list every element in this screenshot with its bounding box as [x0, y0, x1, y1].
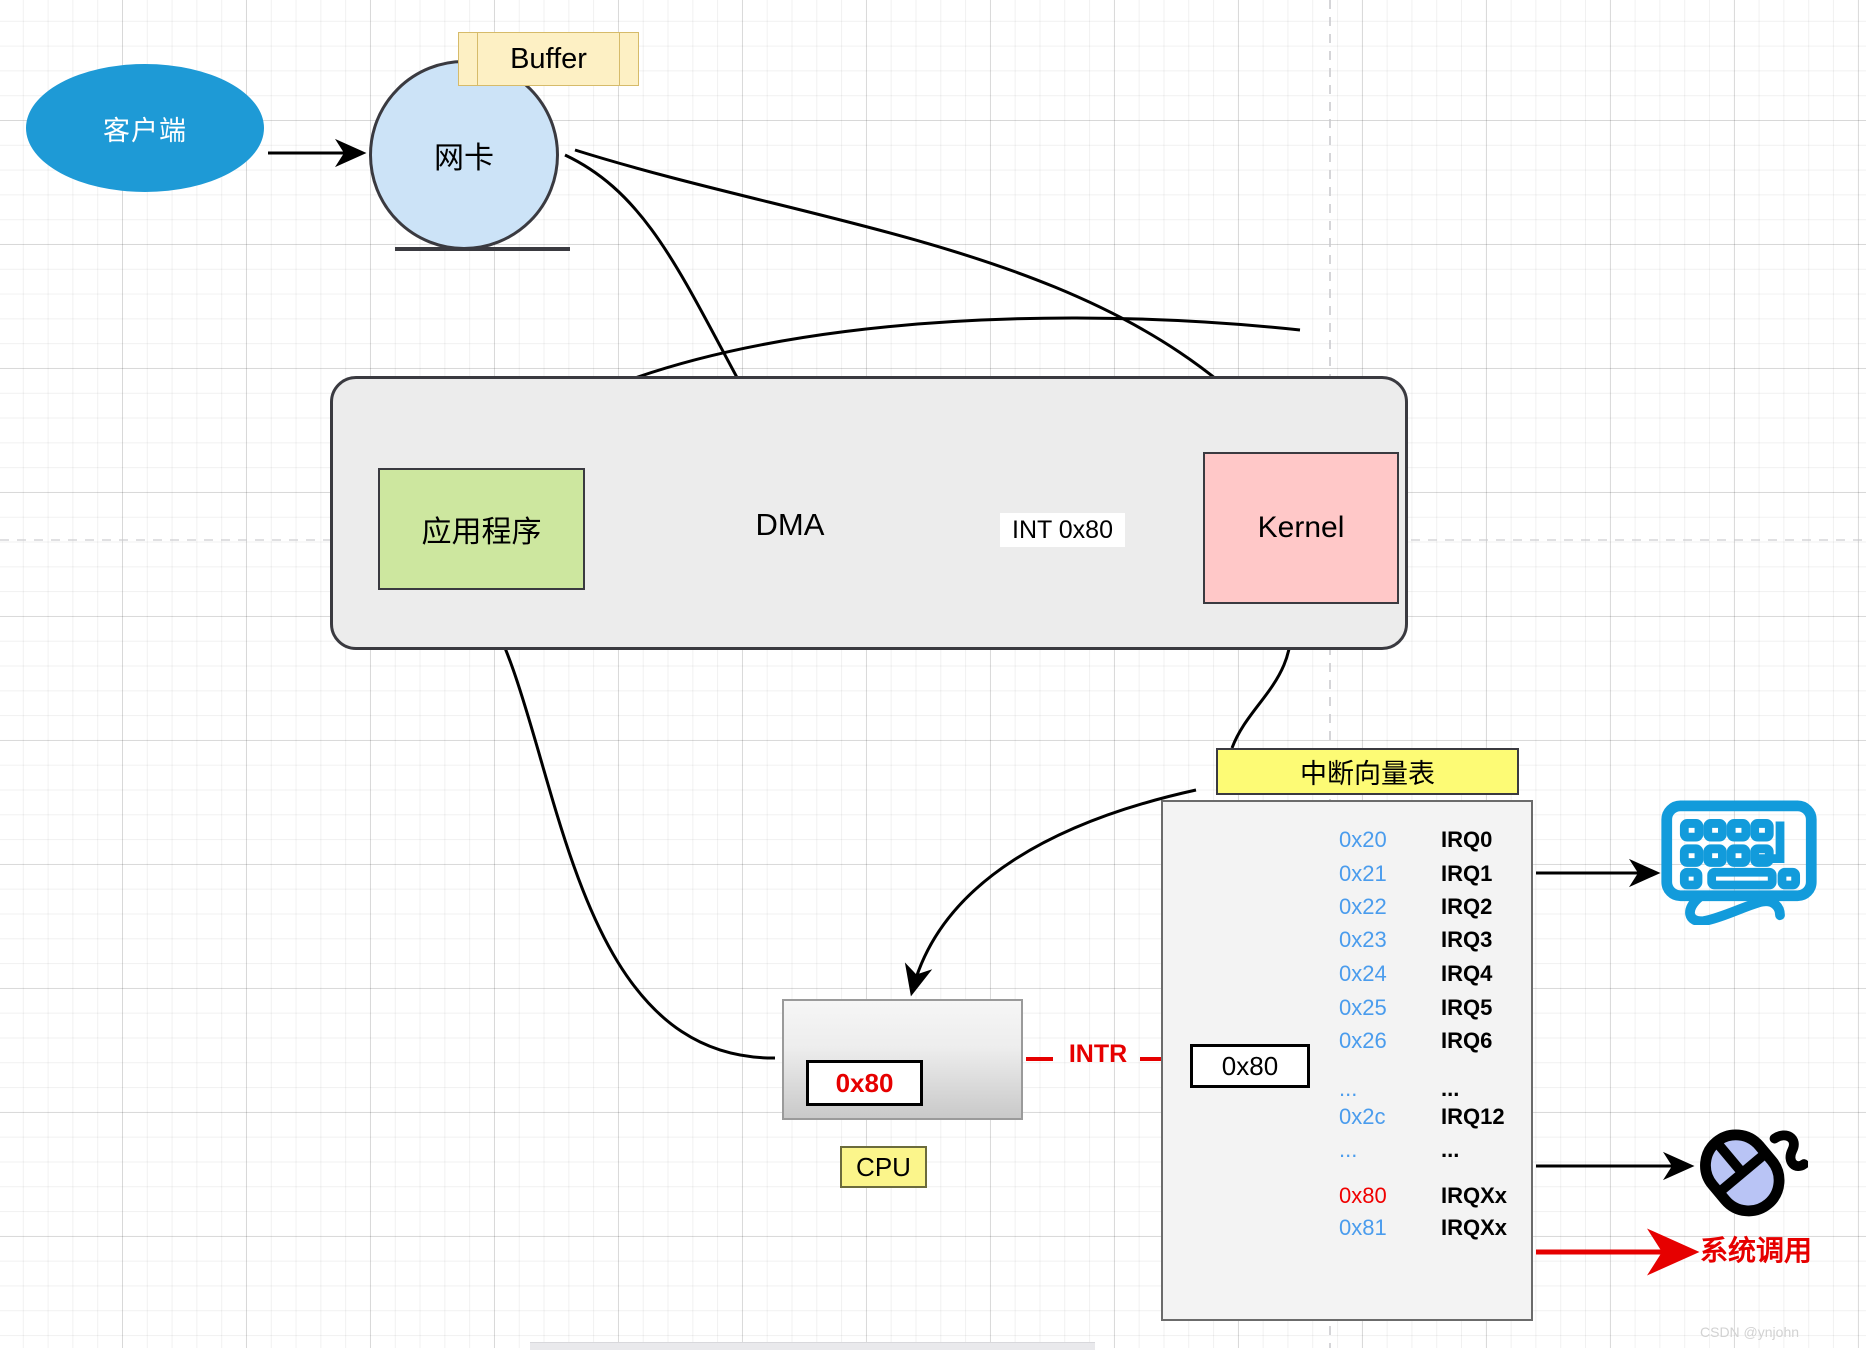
ivt-irq-name: IRQ5: [1441, 995, 1493, 1020]
cpu-register-value: 0x80: [835, 1067, 894, 1098]
ivt-irq-name: IRQ3: [1441, 927, 1493, 952]
ivt-irq-name: IRQ0: [1441, 827, 1493, 852]
int80-edge-label: INT 0x80: [1000, 513, 1125, 547]
ivt-address: 0x24: [1339, 961, 1387, 986]
ivt-irq-name: IRQ6: [1441, 1028, 1493, 1053]
ivt-row: 0x24 IRQ4: [1161, 961, 1533, 986]
ivt-irq-name: IRQ2: [1441, 894, 1493, 919]
buffer-badge[interactable]: Buffer: [458, 32, 639, 86]
ivt-address: ...: [1339, 1137, 1358, 1162]
ivt-address: 0x2c: [1339, 1104, 1386, 1129]
bottom-strip: [530, 1342, 1095, 1350]
buffer-label: Buffer: [510, 42, 587, 75]
intr-text: INTR: [1068, 1039, 1128, 1068]
edge-ivt-to-cpu: [904, 788, 1197, 997]
interrupt-vector-table-title: 中断向量表: [1216, 748, 1519, 795]
cpu-badge: CPU: [840, 1146, 927, 1188]
ivt-irq-name: IRQXx: [1441, 1183, 1508, 1208]
ivt-address: 0x80: [1339, 1183, 1387, 1208]
mouse-icon: [1690, 1120, 1808, 1220]
ivt-address: 0x26: [1339, 1028, 1387, 1053]
ivt-address: 0x81: [1339, 1215, 1387, 1240]
int80-label: INT 0x80: [1012, 515, 1113, 544]
ivt-title-label: 中断向量表: [1300, 759, 1435, 789]
ivt-irq-name: IRQ12: [1441, 1104, 1505, 1129]
client-node[interactable]: 客户端: [26, 64, 264, 192]
dma-node[interactable]: DMA: [700, 505, 880, 545]
ivt-row: 0x25 IRQ5: [1161, 995, 1533, 1020]
nic-underline: [395, 247, 570, 251]
dma-label: DMA: [755, 507, 825, 542]
ivt-address: ...: [1339, 1076, 1358, 1101]
ivt-irq-name: IRQXx: [1441, 1215, 1508, 1240]
ivt-row: 0x23 IRQ3: [1161, 927, 1533, 952]
kernel-node[interactable]: Kernel: [1203, 452, 1399, 604]
intr-label: INTR: [1053, 1038, 1143, 1070]
ivt-row: 0x2c IRQ12: [1161, 1104, 1533, 1129]
ivt-address: 0x21: [1339, 861, 1387, 886]
ivt-irq-name: ...: [1441, 1137, 1460, 1162]
ivt-irq-name: ...: [1441, 1076, 1460, 1101]
nic-label: 网卡: [434, 142, 494, 175]
keyboard-icon: [1660, 800, 1818, 925]
ivt-row: 0x21 IRQ1: [1161, 861, 1533, 886]
ivt-row: 0x80 IRQXx: [1161, 1183, 1533, 1208]
ivt-address: 0x20: [1339, 827, 1387, 852]
ivt-irq-name: IRQ1: [1441, 861, 1493, 886]
watermark-text: CSDN @ynjohn: [1700, 1324, 1800, 1340]
ivt-row: ......: [1161, 1076, 1533, 1101]
ivt-row: 0x81 IRQXx: [1161, 1215, 1533, 1240]
ivt-address: 0x25: [1339, 995, 1387, 1020]
ivt-row: 0x22 IRQ2: [1161, 894, 1533, 919]
edge-cpu-to-app: [478, 596, 776, 1060]
cpu-register: 0x80: [806, 1060, 923, 1106]
cpu-label: CPU: [856, 1151, 911, 1182]
ivt-row: 0x20 IRQ0: [1161, 827, 1533, 852]
syscall-label: 系统调用: [1700, 1231, 1866, 1267]
ivt-irq-name: IRQ4: [1441, 961, 1493, 986]
watermark: CSDN @ynjohn: [1700, 1322, 1850, 1342]
application-node[interactable]: 应用程序: [378, 468, 585, 590]
client-label: 客户端: [103, 115, 187, 146]
kernel-label: Kernel: [1257, 511, 1345, 544]
ivt-address: 0x23: [1339, 927, 1387, 952]
connector-layer: [0, 0, 1866, 1348]
application-label: 应用程序: [421, 516, 542, 549]
ivt-row: 0x26 IRQ6: [1161, 1028, 1533, 1053]
ivt-address: 0x22: [1339, 894, 1387, 919]
syscall-text: 系统调用: [1700, 1235, 1813, 1266]
ivt-row: ......: [1161, 1137, 1533, 1162]
nic-node[interactable]: 网卡: [369, 60, 559, 250]
